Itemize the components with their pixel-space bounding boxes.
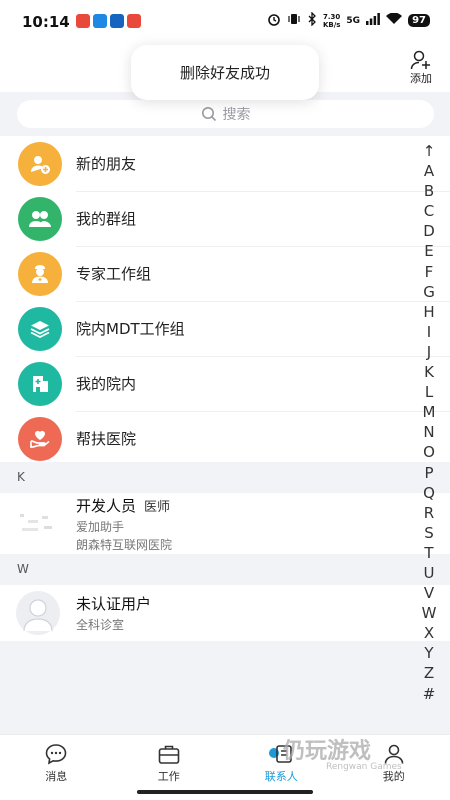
nav-label: 工作	[157, 770, 180, 783]
app-notification-icon	[93, 14, 107, 28]
index-letter[interactable]: S	[424, 523, 434, 543]
index-letter[interactable]: O	[423, 442, 435, 462]
function-item-my-groups[interactable]: 我的群组	[0, 191, 450, 246]
avatar	[16, 591, 60, 635]
index-letter[interactable]: T	[424, 543, 433, 563]
person-add-icon	[18, 141, 62, 186]
status-bar: 10:14 7.30 KB/s 5G 97	[0, 0, 450, 44]
search-icon	[201, 107, 216, 122]
app-notification-icon	[127, 14, 141, 28]
function-label: 院内MDT工作组	[76, 320, 185, 338]
index-letter[interactable]: P	[424, 463, 433, 483]
index-letter[interactable]: U	[424, 563, 435, 583]
hospital-icon	[18, 361, 62, 406]
index-letter[interactable]: ↑	[423, 141, 436, 161]
contact-info: 开发人员 医师 爱加助手 朗森特互联网医院	[76, 495, 172, 553]
index-letter[interactable]: M	[423, 402, 436, 422]
index-letter[interactable]: G	[423, 282, 435, 302]
index-letter[interactable]: H	[423, 302, 434, 322]
contact-item[interactable]: 开发人员 医师 爱加助手 朗森特互联网医院	[0, 493, 450, 554]
network-speed: 7.30 KB/s	[323, 13, 340, 29]
bluetooth-icon	[307, 11, 317, 29]
home-indicator[interactable]	[137, 790, 313, 794]
signal-icon	[366, 13, 380, 28]
search-input[interactable]: 搜索	[17, 100, 434, 128]
index-letter[interactable]: #	[423, 684, 436, 704]
toast-message: 删除好友成功	[131, 45, 319, 100]
index-letter[interactable]: A	[424, 161, 434, 181]
index-letter[interactable]: C	[424, 201, 434, 221]
status-indicators: 7.30 KB/s 5G 97	[267, 11, 430, 29]
function-item-expert-group[interactable]: 专家工作组	[0, 246, 450, 301]
avatar	[16, 501, 60, 546]
function-item-new-friends[interactable]: 新的朋友	[0, 136, 450, 191]
status-app-icons	[76, 14, 141, 28]
index-letter[interactable]: I	[427, 322, 431, 342]
app-notification-icon	[110, 14, 124, 28]
function-label: 新的朋友	[76, 155, 137, 173]
contact-title: 医师	[144, 499, 171, 515]
nav-tab-messages[interactable]: 消息	[0, 735, 113, 800]
network-type: 5G	[346, 15, 361, 26]
network-speed-value: 7.30	[323, 12, 341, 21]
index-letter[interactable]: D	[423, 221, 435, 241]
function-item-partner-hospital[interactable]: 帮扶医院	[0, 411, 450, 466]
layers-icon	[18, 306, 62, 351]
contact-organization: 爱加助手	[76, 519, 125, 534]
status-time: 10:14	[22, 13, 70, 31]
search-placeholder: 搜索	[222, 107, 251, 123]
heart-hand-icon	[18, 416, 62, 461]
function-label: 我的院内	[76, 375, 137, 393]
chat-bubble-icon	[45, 744, 67, 765]
doctor-icon	[18, 251, 62, 296]
contact-name: 未认证用户	[76, 595, 152, 613]
function-item-my-hospital[interactable]: 我的院内	[0, 356, 450, 411]
index-letter[interactable]: V	[424, 583, 434, 603]
function-list: 新的朋友 我的群组 专家工作组 院内MDT工作组 我的院内 帮扶医院	[0, 136, 450, 466]
app-notification-icon	[76, 14, 90, 28]
index-letter[interactable]: K	[424, 362, 434, 382]
alphabet-index[interactable]: ↑ A B C D E F G H I J K L M N O P Q R S …	[421, 141, 437, 704]
battery-indicator: 97	[408, 14, 430, 27]
function-label: 专家工作组	[76, 265, 152, 283]
watermark-subtext: Rengwan Games	[326, 762, 402, 772]
index-letter[interactable]: Z	[424, 663, 434, 683]
contact-info: 未认证用户 全科诊室	[76, 593, 151, 633]
person-add-icon	[410, 50, 430, 70]
network-speed-unit: KB/s	[322, 20, 341, 29]
vibrate-icon	[287, 12, 301, 29]
add-contact-button[interactable]: 添加	[406, 50, 436, 86]
add-contact-label: 添加	[410, 72, 432, 85]
briefcase-icon	[158, 745, 180, 764]
contact-name: 开发人员	[76, 496, 137, 515]
index-letter[interactable]: Q	[423, 483, 435, 503]
index-letter[interactable]: N	[423, 422, 434, 442]
function-item-mdt-group[interactable]: 院内MDT工作组	[0, 301, 450, 356]
index-letter[interactable]: E	[424, 241, 433, 261]
contact-item[interactable]: 未认证用户 全科诊室	[0, 585, 450, 641]
nav-label: 联系人	[264, 770, 298, 783]
section-header-w: W	[0, 554, 450, 585]
index-letter[interactable]: L	[425, 382, 433, 402]
function-label: 我的群组	[76, 210, 137, 228]
contact-hospital: 朗森特互联网医院	[76, 537, 173, 552]
contact-department: 全科诊室	[76, 618, 125, 632]
index-letter[interactable]: W	[422, 603, 437, 623]
function-label: 帮扶医院	[76, 430, 137, 448]
index-letter[interactable]: R	[424, 503, 434, 523]
watermark: 仍玩游戏	[283, 739, 372, 764]
group-icon	[18, 196, 62, 241]
section-header-k: K	[0, 462, 450, 493]
index-letter[interactable]: B	[424, 181, 434, 201]
wifi-icon	[386, 12, 403, 28]
index-letter[interactable]: F	[425, 262, 434, 282]
index-letter[interactable]: X	[424, 623, 434, 643]
alarm-icon	[267, 12, 281, 29]
index-letter[interactable]: J	[427, 342, 431, 362]
index-letter[interactable]: Y	[424, 643, 433, 663]
nav-label: 消息	[45, 770, 68, 783]
